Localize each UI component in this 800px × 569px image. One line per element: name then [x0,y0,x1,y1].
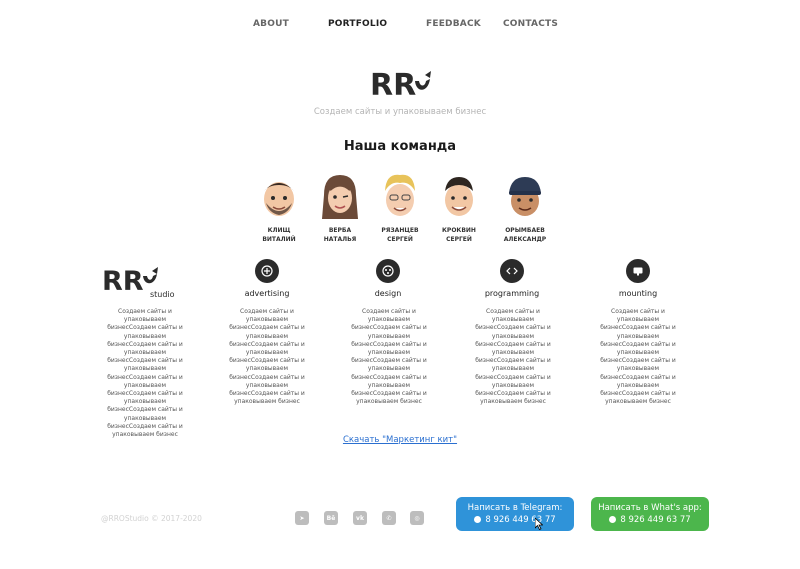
whatsapp-icon[interactable]: ✆ [382,511,396,525]
nav-contacts[interactable]: CONTACTS [503,19,558,29]
service-description: Создаем сайты и упаковываем бизнесСоздае… [229,308,305,406]
service-mounting: mounting [593,259,683,298]
member-name: ОРЫМБАЕВ АЛЕКСАНДР [503,227,547,243]
telegram-button[interactable]: Написать в Telegram: 8 926 449 63 77 [456,497,574,531]
marketing-kit-row: Скачать "Маркетинг кит" [0,427,800,446]
whatsapp-button-label: Написать в What's app: [598,503,702,513]
service-description: Создаем сайты и упаковываем бизнесСоздае… [475,308,551,406]
mouse-cursor-icon [535,518,543,530]
telegram-icon[interactable]: ➤ [295,511,309,525]
service-title: advertising [244,289,290,298]
memoji-avatar [445,177,473,216]
svg-text:RR: RR [102,266,144,297]
telegram-button-label: Написать в Telegram: [467,503,563,513]
whatsapp-button[interactable]: Написать в What's app: 8 926 449 63 77 [591,497,709,531]
svg-text:RR: RR [370,68,416,101]
memoji-avatar [385,174,415,216]
mounting-icon [626,259,650,283]
service-title: programming [484,289,540,298]
top-nav: ABOUT PORTFOLIO FEEDBACK CONTACTS [0,19,800,33]
service-title: design [374,289,402,298]
design-icon [376,259,400,283]
tagline: Создаем сайты и упаковываем бизнес [313,107,487,117]
nav-feedback[interactable]: FEEDBACK [426,19,481,29]
nav-portfolio[interactable]: PORTFOLIO [328,19,387,29]
service-description: Создаем сайты и упаковываем бизнесСоздае… [600,308,676,406]
memoji-avatar [509,177,541,216]
advertising-icon [255,259,279,283]
memoji-avatar [322,175,358,219]
service-design: design [343,259,433,298]
service-programming: programming [467,259,557,298]
whatsapp-phone: 8 926 449 63 77 [591,514,709,527]
team-member: ОРЫМБАЕВ АЛЕКСАНДР [489,173,561,244]
team-member: КРОКВИН СЕРГЕЙ [423,173,495,244]
member-name: КРОКВИН СЕРГЕЙ [442,227,476,243]
copyright: @RROStudio © 2017-2020 [101,514,202,523]
nav-about[interactable]: ABOUT [253,19,289,29]
memoji-avatar [264,182,294,216]
telegram-phone: 8 926 449 63 77 [456,514,574,527]
service-advertising: advertising [222,259,312,298]
telegram-small-icon [474,516,482,523]
team-title: Наша команда [343,139,457,154]
svg-text:studio: studio [150,290,175,299]
rro-logo[interactable]: RR [370,67,432,101]
marketing-kit-link[interactable]: Скачать "Маркетинг кит" [343,435,457,445]
service-title: mounting [618,289,658,298]
whatsapp-small-icon [609,516,617,523]
rro-studio-logo: RR studio [102,266,175,299]
studio-description: Создаем сайты и упаковываем бизнесСоздае… [107,308,183,439]
service-description: Создаем сайты и упаковываем бизнесСоздае… [351,308,427,406]
code-icon [500,259,524,283]
instagram-icon[interactable]: ◎ [410,511,424,525]
behance-icon[interactable]: Bē [324,511,338,525]
vk-icon[interactable]: vk [353,511,367,525]
